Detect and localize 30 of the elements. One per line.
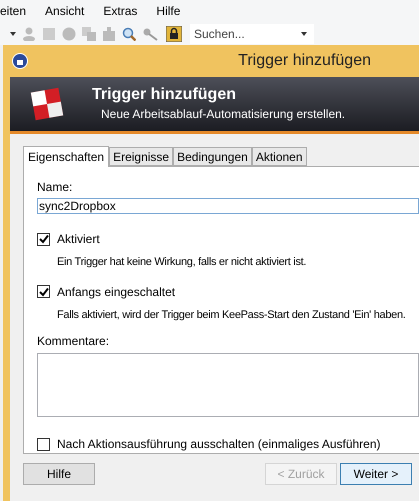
field-label: Name: bbox=[37, 179, 74, 196]
menu-item[interactable]: Hilfe bbox=[156, 2, 180, 20]
dialog-button[interactable]: Hilfe bbox=[23, 463, 95, 485]
dropdown-arrow-icon[interactable] bbox=[301, 32, 307, 36]
checkbox-label: Nach Aktionsausführung ausschalten (einmaliges Ausführen) bbox=[57, 436, 381, 453]
dialog-button[interactable]: Weiter > bbox=[340, 463, 412, 485]
tab[interactable]: Bedingungen bbox=[173, 147, 252, 166]
menu-item[interactable]: Ansicht bbox=[45, 2, 84, 20]
menu-item[interactable]: Extras bbox=[103, 2, 138, 20]
keys-icon[interactable] bbox=[142, 26, 160, 40]
checkbox[interactable] bbox=[37, 232, 50, 246]
window-title: Trigger hinzufügen bbox=[238, 51, 371, 71]
search-field[interactable]: Suchen... bbox=[190, 24, 314, 44]
checkbox[interactable] bbox=[37, 285, 50, 298]
tab[interactable]: Ereignisse bbox=[109, 147, 174, 166]
header-title: Trigger hinzufügen bbox=[92, 85, 237, 105]
checkbox-label: Anfangs eingeschaltet bbox=[57, 284, 176, 300]
search-icon[interactable] bbox=[122, 26, 136, 40]
option-description: Falls aktiviert, wird der Trigger beim KeePass-Start den Zustand 'Ein' haben. bbox=[57, 308, 407, 322]
tab[interactable]: Aktionen bbox=[252, 147, 307, 166]
option-description: Ein Trigger hat keine Wirkung, falls er nicht aktiviert ist. bbox=[57, 255, 308, 270]
name-field[interactable]: sync2Dropbox bbox=[37, 198, 419, 214]
comments-field[interactable] bbox=[37, 353, 419, 417]
field-label: Kommentare: bbox=[37, 333, 110, 350]
tab[interactable]: Eigenschaften bbox=[23, 146, 110, 167]
checkbox-label: Aktiviert bbox=[57, 231, 100, 248]
dropdown-arrow-icon[interactable] bbox=[10, 32, 16, 36]
checkbox[interactable] bbox=[37, 438, 50, 450]
header-subtitle: Neue Arbeitsablauf-Automatisierung erstellen. bbox=[101, 106, 346, 123]
menu-item[interactable]: eiten bbox=[0, 2, 26, 20]
